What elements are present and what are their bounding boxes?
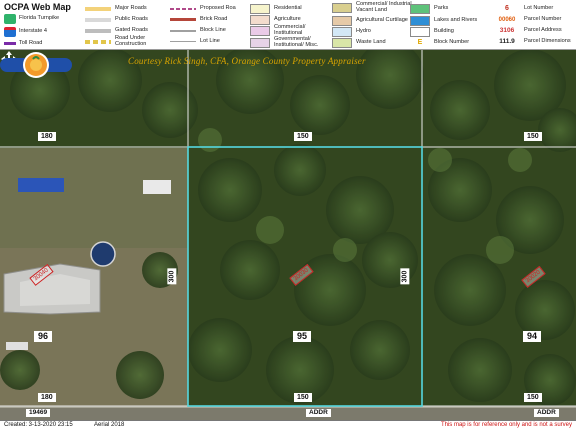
disclaimer: This map is for reference only and is no… xyxy=(440,422,572,428)
road-label-left: 19469 xyxy=(26,409,51,417)
dimension-top-left: 180 xyxy=(38,132,56,141)
gated-road-swatch xyxy=(85,28,111,33)
legend-item-block-number: E Block Number xyxy=(417,38,470,46)
legend-item-parcel-address: 3106 Parcel Address xyxy=(499,26,562,34)
legend-item-toll-road: Toll Road xyxy=(4,38,67,49)
road-label-right: ADDR xyxy=(534,409,559,417)
legend-item-commercial-industrial-vacant: Commercial/ Industrial Vacant Land xyxy=(332,1,412,13)
legend-item-parcel-number: 00060 Parcel Number xyxy=(498,15,562,23)
legend-item-governmental: Governmental/ Institutional/ Misc. xyxy=(250,36,322,48)
map-credit: Courtesy Rick Singh, CFA, Orange County … xyxy=(128,56,366,66)
vacant-land-swatch xyxy=(332,2,352,13)
legend-item-lot-line: Lot Line xyxy=(170,36,248,47)
residential-swatch xyxy=(250,3,270,14)
proposed-road-swatch xyxy=(170,7,196,10)
public-road-swatch xyxy=(85,17,111,22)
major-road-swatch xyxy=(85,6,111,11)
aerial-year: Aerial 2018 xyxy=(94,422,125,428)
aerial-imagery xyxy=(0,50,576,420)
legend-item-residential: Residential xyxy=(250,3,322,14)
pool xyxy=(90,241,116,267)
block-line-swatch xyxy=(170,29,196,32)
legend-item-lakes-and-rivers: Lakes and Rivers xyxy=(410,15,482,26)
created-date: Created: 3-13-2020 23:15 xyxy=(4,422,73,428)
lakes-swatch xyxy=(410,15,430,26)
legend-item-road-under-construction: Road Under Construction xyxy=(85,35,163,47)
dimension-bottom-mid: 150 xyxy=(294,393,312,402)
white-shed xyxy=(143,180,171,194)
legend-item-agricultural-curtilage: Agricultural Curtilage xyxy=(332,15,412,26)
agriculture-swatch xyxy=(250,14,270,25)
legend-item-building: Building xyxy=(410,26,482,37)
legend-item-brick-road: Brick Road xyxy=(170,14,248,25)
road-label-center: ADDR xyxy=(306,409,331,417)
legend-item-public-roads: Public Roads xyxy=(85,14,163,25)
hydro-swatch xyxy=(332,26,352,37)
map-legend: OCPA Web Map Florida Turnpike Interstate… xyxy=(0,0,576,50)
road xyxy=(0,406,576,420)
map-footer: Created: 3-13-2020 23:15 Aerial 2018 Thi… xyxy=(0,420,576,432)
legend-item-waste-land: Waste Land xyxy=(332,37,412,48)
curtilage-swatch xyxy=(332,15,352,26)
legend-title: OCPA Web Map xyxy=(4,2,71,12)
lot-number-left: 96 xyxy=(34,331,53,342)
legend-item-florida-turnpike: Florida Turnpike xyxy=(4,13,67,24)
lot-number-center: 95 xyxy=(293,331,312,342)
blue-shed xyxy=(18,178,64,192)
governmental-swatch xyxy=(250,37,270,48)
aerial-map[interactable]: Courtesy Rick Singh, CFA, Orange County … xyxy=(0,50,576,420)
lot-line-swatch xyxy=(170,41,196,42)
lot-number-right: 94 xyxy=(523,331,542,342)
dimension-top-mid: 150 xyxy=(294,132,312,141)
dimension-side-left: 300 xyxy=(167,268,177,285)
legend-item-hydro: Hydro xyxy=(332,26,412,37)
waste-land-swatch xyxy=(332,37,352,48)
dimension-side-right: 300 xyxy=(400,268,410,285)
interstate-shield-icon xyxy=(4,26,16,37)
legend-item-proposed-road: Proposed Roa xyxy=(170,3,248,14)
dimension-bottom-right: 150 xyxy=(524,393,542,402)
legend-item-block-line: Block Line xyxy=(170,25,248,36)
dimension-top-right: 150 xyxy=(524,132,542,141)
legend-item-interstate-4: Interstate 4 xyxy=(4,26,67,37)
turnpike-shield-icon xyxy=(4,13,16,24)
legend-item-major-roads: Major Roads xyxy=(85,3,163,14)
parks-tree-icon xyxy=(410,3,430,14)
dimension-bottom-left: 180 xyxy=(38,393,56,402)
commercial-swatch xyxy=(250,25,270,36)
legend-item-commercial-institutional: Commercial/ Institutional xyxy=(250,24,322,36)
building-swatch xyxy=(410,26,430,37)
legend-item-lot-number: 6 Lot Number xyxy=(505,4,554,12)
ocpa-seal-logo xyxy=(0,52,72,78)
construction-road-swatch xyxy=(85,39,111,44)
toll-road-icon xyxy=(4,42,16,45)
legend-item-parks: Parks xyxy=(410,3,482,14)
brick-road-swatch xyxy=(170,18,196,21)
legend-item-parcel-dimensions: 111.9 Parcel Dimensions xyxy=(499,37,571,45)
